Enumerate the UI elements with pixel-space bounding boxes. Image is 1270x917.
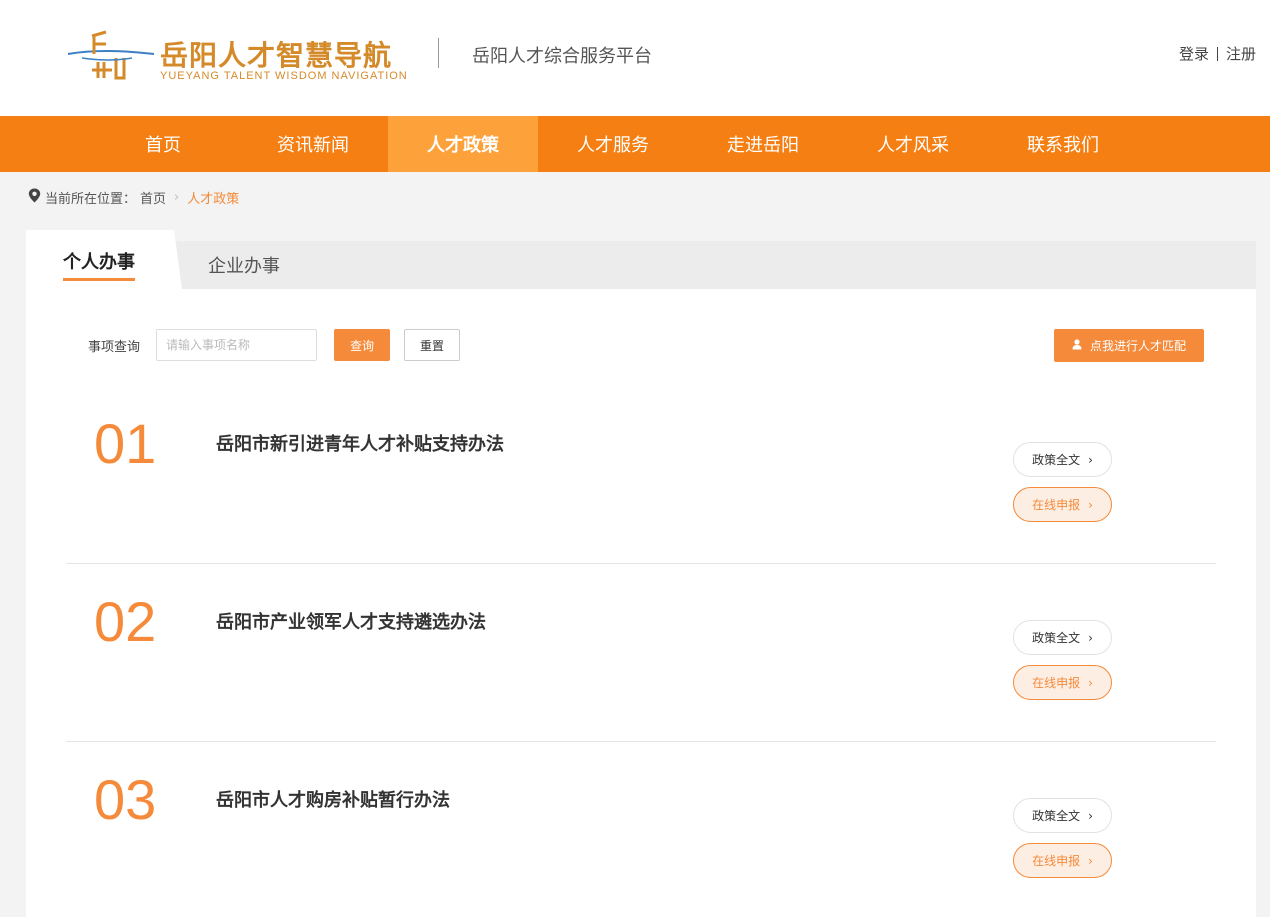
breadcrumb-current: 人才政策 (187, 192, 240, 207)
site-header: 岳阳人才智慧导航 YUEYANG TALENT WISDOM NAVIGATIO… (0, 0, 1270, 116)
policy-title[interactable]: 岳阳市人才购房补贴暂行办法 (216, 786, 450, 812)
policy-title[interactable]: 岳阳市新引进青年人才补贴支持办法 (216, 430, 504, 456)
online-apply-button[interactable]: 在线申报 › (1013, 843, 1112, 878)
main-nav: 首页 资讯新闻 人才政策 人才服务 走进岳阳 人才风采 联系我们 (0, 116, 1270, 172)
login-link[interactable]: 登录 (1179, 43, 1209, 64)
online-apply-label: 在线申报 (1032, 498, 1081, 512)
tab-active-indicator (63, 278, 135, 281)
nav-item-news[interactable]: 资讯新闻 (238, 116, 388, 172)
policy-item: 01 岳阳市新引进青年人才补贴支持办法 政策全文 › 在线申报 › (66, 386, 1216, 564)
nav-item-policy[interactable]: 人才政策 (388, 116, 538, 172)
policy-full-text-button[interactable]: 政策全文 › (1013, 620, 1112, 655)
nav-item-yueyang[interactable]: 走进岳阳 (688, 116, 838, 172)
policy-full-text-button[interactable]: 政策全文 › (1013, 442, 1112, 477)
auth-links: 登录 注册 (1179, 43, 1256, 64)
logo-subtitle: YUEYANG TALENT WISDOM NAVIGATION (160, 70, 408, 82)
online-apply-button[interactable]: 在线申报 › (1013, 487, 1112, 522)
register-link[interactable]: 注册 (1226, 43, 1256, 64)
breadcrumb: 当前所在位置： 首页 › 人才政策 (28, 188, 239, 207)
tab-personal-label[interactable]: 个人办事 (63, 248, 135, 274)
breadcrumb-home[interactable]: 首页 (140, 188, 166, 207)
policy-item: 02 岳阳市产业领军人才支持遴选办法 政策全文 › 在线申报 › (66, 564, 1216, 742)
policy-full-text-button[interactable]: 政策全文 › (1013, 798, 1112, 833)
talent-match-button[interactable]: 点我进行人才匹配 (1054, 329, 1204, 362)
policy-item: 03 岳阳市人才购房补贴暂行办法 政策全文 › 在线申报 › (66, 742, 1216, 917)
policy-number: 03 (94, 768, 157, 831)
nav-item-service[interactable]: 人才服务 (538, 116, 688, 172)
talent-match-label: 点我进行人才匹配 (1089, 339, 1186, 353)
breadcrumb-prefix: 当前所在位置： (45, 192, 137, 207)
site-logo-icon[interactable] (62, 28, 158, 86)
nav-item-home[interactable]: 首页 (88, 116, 238, 172)
auth-separator (1216, 46, 1218, 61)
header-divider (438, 38, 439, 68)
chevron-right-icon: › (1088, 452, 1093, 467)
policy-full-text-label: 政策全文 (1032, 453, 1081, 467)
location-pin-icon (28, 188, 41, 207)
chevron-right-icon: › (1088, 675, 1093, 690)
chevron-right-icon: › (1088, 497, 1093, 512)
query-button[interactable]: 查询 (334, 329, 390, 361)
online-apply-label: 在线申报 (1032, 854, 1081, 868)
search-label: 事项查询 (88, 340, 141, 355)
nav-item-showcase[interactable]: 人才风采 (838, 116, 988, 172)
search-input[interactable] (156, 329, 317, 361)
policy-title[interactable]: 岳阳市产业领军人才支持遴选办法 (216, 608, 486, 634)
chevron-right-icon: › (174, 190, 180, 205)
user-icon (1072, 338, 1082, 353)
platform-title: 岳阳人才综合服务平台 (472, 46, 652, 67)
reset-button[interactable]: 重置 (404, 329, 460, 361)
policy-number: 01 (94, 412, 157, 475)
chevron-right-icon: › (1088, 808, 1093, 823)
policy-full-text-label: 政策全文 (1032, 631, 1081, 645)
nav-item-contact[interactable]: 联系我们 (988, 116, 1138, 172)
policy-number: 02 (94, 590, 157, 653)
chevron-right-icon: › (1088, 630, 1093, 645)
online-apply-label: 在线申报 (1032, 676, 1081, 690)
online-apply-button[interactable]: 在线申报 › (1013, 665, 1112, 700)
logo-title: 岳阳人才智慧导航 (160, 39, 393, 72)
chevron-right-icon: › (1088, 853, 1093, 868)
policy-full-text-label: 政策全文 (1032, 809, 1081, 823)
tab-enterprise[interactable]: 企业办事 (208, 252, 280, 278)
